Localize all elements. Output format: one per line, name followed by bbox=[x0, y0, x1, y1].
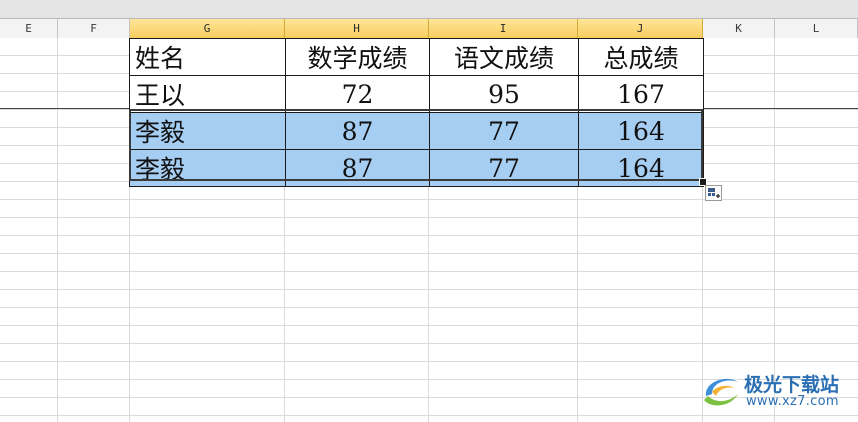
header-cell-name[interactable]: 姓名 bbox=[129, 38, 286, 76]
cell-math[interactable]: 87 bbox=[285, 112, 430, 150]
cell-total[interactable]: 164 bbox=[578, 112, 704, 150]
watermark-brand: 极光下载站 bbox=[744, 374, 840, 396]
cell-name[interactable]: 王以 bbox=[129, 75, 286, 113]
column-header-row: E F G H I J K L bbox=[0, 19, 858, 39]
header-cell-math[interactable]: 数学成绩 bbox=[285, 38, 430, 76]
cell-math[interactable]: 87 bbox=[285, 149, 430, 187]
cell-chinese[interactable]: 95 bbox=[429, 75, 579, 113]
column-header-k[interactable]: K bbox=[703, 19, 775, 38]
ribbon-edge bbox=[0, 0, 858, 19]
paste-options-icon bbox=[708, 188, 720, 198]
cell-name[interactable]: 李毅 bbox=[129, 112, 286, 150]
column-header-e[interactable]: E bbox=[0, 19, 58, 38]
header-cell-total[interactable]: 总成绩 bbox=[578, 38, 704, 76]
cell-chinese[interactable]: 77 bbox=[429, 149, 579, 187]
column-header-f[interactable]: F bbox=[58, 19, 130, 38]
watermark-url: www.xz7.com bbox=[746, 394, 839, 409]
cell-total[interactable]: 164 bbox=[578, 149, 704, 187]
table-row: 王以 72 95 167 bbox=[129, 75, 704, 113]
column-header-h[interactable]: H bbox=[285, 19, 429, 38]
table-row: 李毅 87 77 164 bbox=[129, 112, 704, 150]
watermark: 极光下载站 www.xz7.com bbox=[700, 368, 852, 414]
table-row: 李毅 87 77 164 bbox=[129, 149, 704, 187]
paste-options-button[interactable] bbox=[705, 185, 722, 201]
column-header-g[interactable]: G bbox=[130, 19, 285, 38]
column-header-j[interactable]: J bbox=[578, 19, 703, 38]
column-header-i[interactable]: I bbox=[429, 19, 578, 38]
column-header-l[interactable]: L bbox=[775, 19, 858, 38]
score-table: 姓名 数学成绩 语文成绩 总成绩 王以 72 95 167 李毅 87 77 1… bbox=[129, 38, 704, 187]
aurora-swirl-icon bbox=[704, 378, 738, 406]
header-cell-chinese[interactable]: 语文成绩 bbox=[429, 38, 579, 76]
cell-chinese[interactable]: 77 bbox=[429, 112, 579, 150]
cell-name[interactable]: 李毅 bbox=[129, 149, 286, 187]
cell-math[interactable]: 72 bbox=[285, 75, 430, 113]
table-header-row: 姓名 数学成绩 语文成绩 总成绩 bbox=[129, 38, 704, 76]
cell-total[interactable]: 167 bbox=[578, 75, 704, 113]
